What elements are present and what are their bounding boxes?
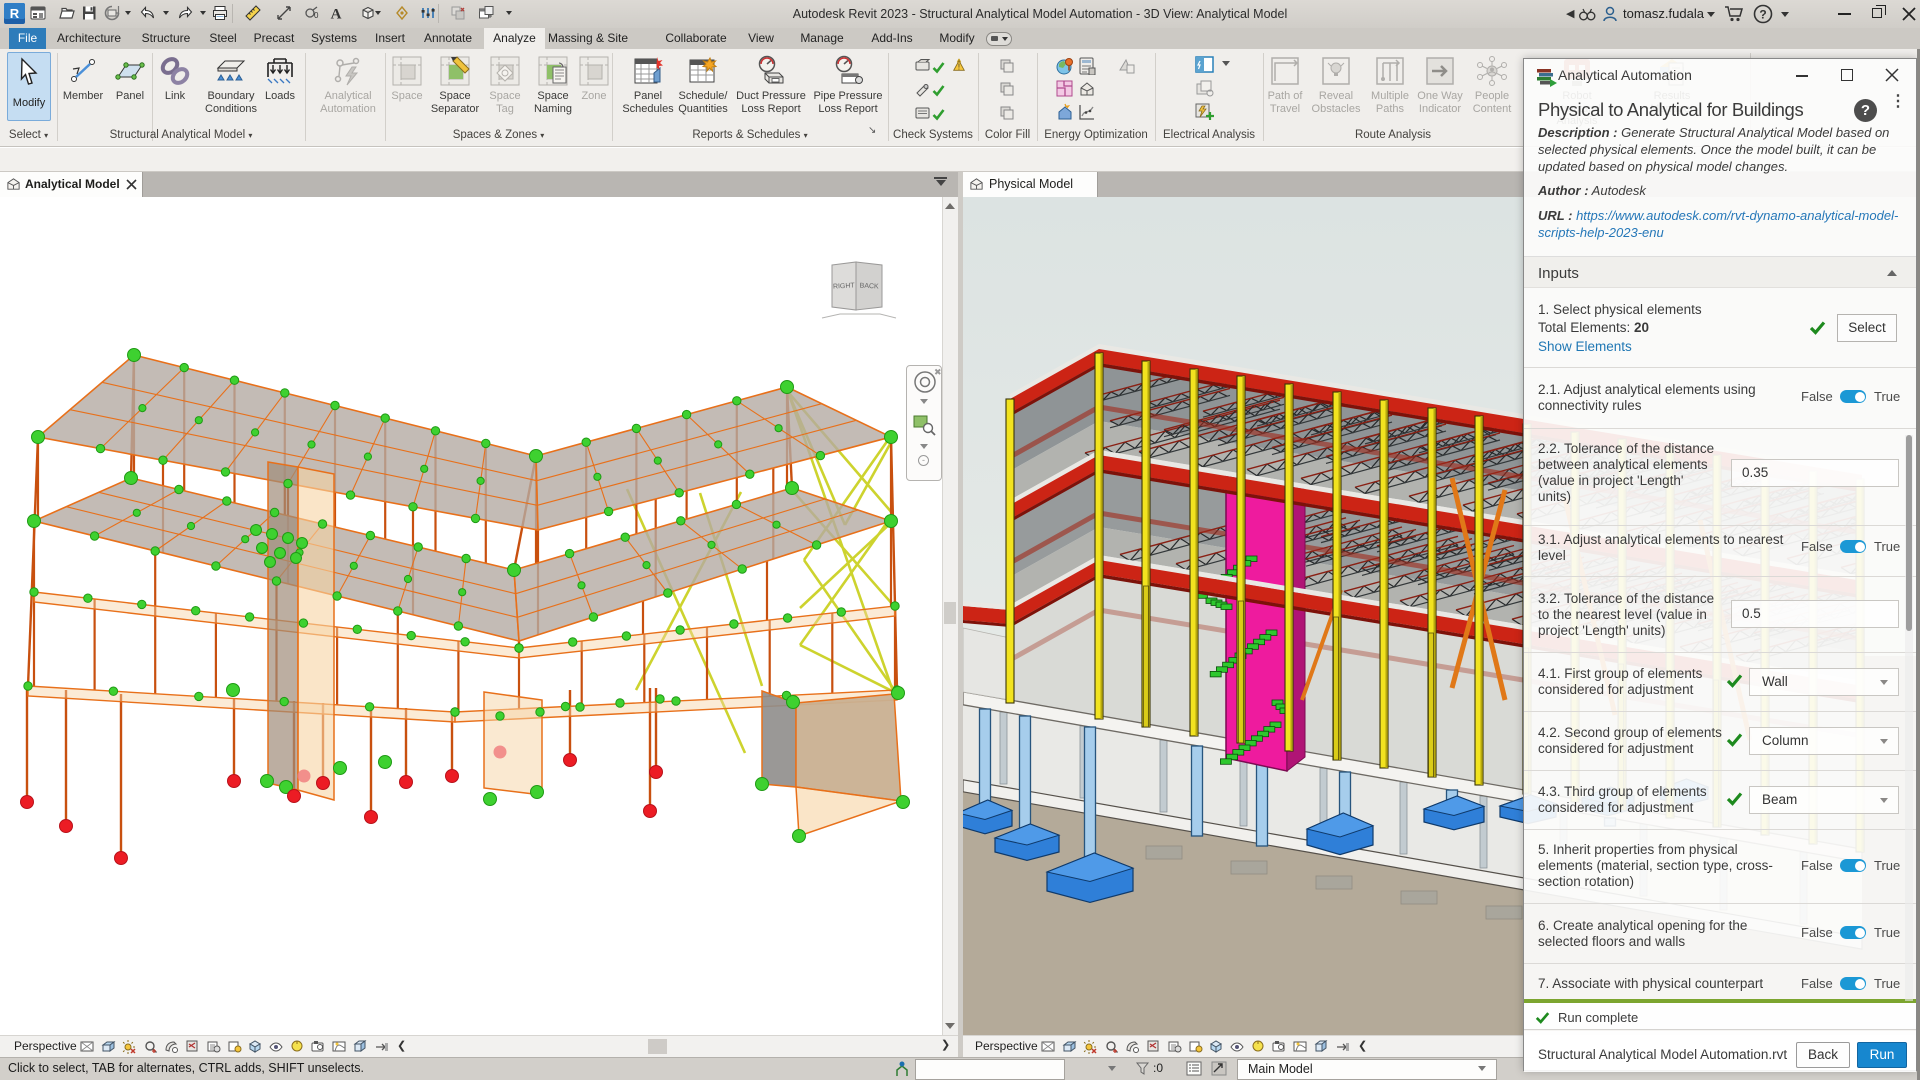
svg-text:!: !	[958, 62, 960, 71]
svg-text:RIGHT: RIGHT	[833, 282, 856, 290]
svg-text:BACK: BACK	[859, 283, 879, 291]
svg-text:A: A	[331, 7, 342, 23]
svg-text:0: 0	[314, 11, 319, 20]
svg-text:R: R	[10, 6, 20, 21]
svg-text:?: ?	[1759, 8, 1766, 22]
